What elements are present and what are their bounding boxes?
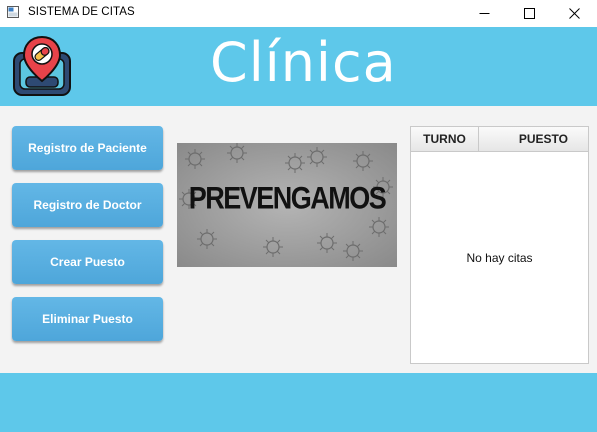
- clinic-title: Clínica: [210, 31, 397, 94]
- register-doctor-button[interactable]: Registro de Doctor: [12, 183, 163, 227]
- app-window-icon: [7, 6, 19, 18]
- main-panel: Registro de Paciente Registro de Doctor …: [0, 106, 597, 373]
- minimize-icon: [479, 13, 490, 14]
- maximize-icon: [524, 8, 535, 19]
- column-puesto[interactable]: PUESTO: [479, 127, 588, 151]
- register-patient-button[interactable]: Registro de Paciente: [12, 126, 163, 170]
- create-post-button[interactable]: Crear Puesto: [12, 240, 163, 284]
- column-turno[interactable]: TURNO: [411, 127, 479, 151]
- map-pin-pill-icon: [13, 35, 71, 96]
- window-title: SISTEMA DE CITAS: [28, 6, 135, 18]
- maximize-button[interactable]: [507, 0, 552, 27]
- appointments-table[interactable]: TURNO PUESTO No hay citas: [410, 126, 589, 364]
- close-icon: [569, 8, 580, 19]
- delete-post-button[interactable]: Eliminar Puesto: [12, 297, 163, 341]
- empty-message: No hay citas: [466, 251, 533, 265]
- minimize-button[interactable]: [462, 0, 507, 27]
- column-puesto-label: PUESTO: [518, 132, 568, 146]
- window-titlebar: SISTEMA DE CITAS: [0, 0, 597, 27]
- header-bar: Clínica: [0, 27, 597, 106]
- prevention-banner: PREVENGAMOS: [177, 143, 397, 267]
- table-header: TURNO PUESTO: [411, 127, 588, 152]
- banner-text: PREVENGAMOS: [188, 180, 387, 216]
- footer-bar: [0, 373, 597, 432]
- close-button[interactable]: [552, 0, 597, 27]
